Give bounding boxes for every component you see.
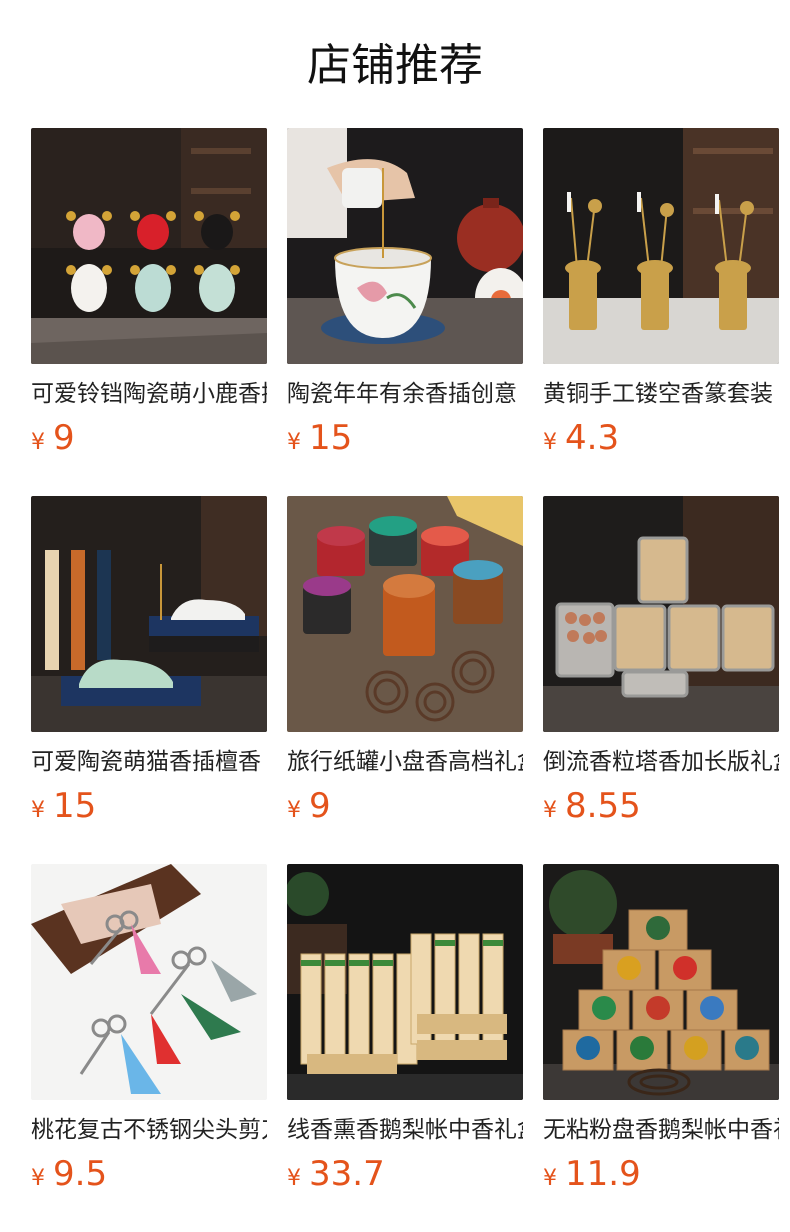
currency-symbol: ¥ [287, 430, 301, 455]
product-price: ¥11.9 [543, 1152, 641, 1196]
product-card[interactable]: 桃花复古不锈钢尖头剪刀 ¥9.5 [31, 864, 267, 1204]
product-name[interactable]: 可爱铃铛陶瓷萌小鹿香插 [31, 374, 267, 414]
product-card[interactable]: 可爱铃铛陶瓷萌小鹿香插 ¥9 [31, 128, 267, 468]
product-price: ¥8.55 [543, 784, 641, 828]
ceramic-incense-holder-image[interactable] [287, 128, 523, 364]
product-price: ¥9 [31, 416, 75, 460]
currency-symbol: ¥ [31, 798, 45, 823]
product-price: ¥9 [287, 784, 331, 828]
product-price: ¥15 [31, 784, 96, 828]
product-card[interactable]: 可爱陶瓷萌猫香插檀香 ¥15 [31, 496, 267, 836]
ceramic-deer-figurines-image[interactable] [31, 128, 267, 364]
product-name[interactable]: 可爱陶瓷萌猫香插檀香 [31, 742, 267, 782]
price-value: 4.3 [565, 418, 620, 458]
currency-symbol: ¥ [31, 430, 45, 455]
price-value: 9 [309, 786, 331, 826]
product-price: ¥4.3 [543, 416, 619, 460]
currency-symbol: ¥ [543, 798, 557, 823]
product-name[interactable]: 倒流香粒塔香加长版礼盒 [543, 742, 779, 782]
product-price: ¥33.7 [287, 1152, 385, 1196]
ceramic-cat-incense-holder-image[interactable] [31, 496, 267, 732]
price-value: 8.55 [565, 786, 641, 826]
product-name[interactable]: 旅行纸罐小盘香高档礼盒 [287, 742, 523, 782]
product-card[interactable]: 无粘粉盘香鹅梨帐中香礼盒 ¥11.9 [543, 864, 779, 1204]
price-value: 15 [309, 418, 353, 458]
product-name[interactable]: 无粘粉盘香鹅梨帐中香礼盒 [543, 1110, 779, 1150]
product-name[interactable]: 黄铜手工镂空香篆套装 [543, 374, 779, 414]
vintage-scissors-image[interactable] [31, 864, 267, 1100]
product-card[interactable]: 倒流香粒塔香加长版礼盒 ¥8.55 [543, 496, 779, 836]
product-price: ¥15 [287, 416, 352, 460]
product-name[interactable]: 陶瓷年年有余香插创意 [287, 374, 523, 414]
coil-incense-boxes-image[interactable] [543, 864, 779, 1100]
price-value: 15 [53, 786, 97, 826]
brass-incense-tools-image[interactable] [543, 128, 779, 364]
product-card[interactable]: 陶瓷年年有余香插创意 ¥15 [287, 128, 523, 468]
currency-symbol: ¥ [287, 798, 301, 823]
backflow-cone-incense-tins-image[interactable] [543, 496, 779, 732]
section-title: 店铺推荐 [307, 40, 483, 91]
product-price: ¥9.5 [31, 1152, 107, 1196]
product-card[interactable]: 旅行纸罐小盘香高档礼盒 ¥9 [287, 496, 523, 836]
price-value: 33.7 [309, 1154, 385, 1194]
stick-incense-boxes-image[interactable] [287, 864, 523, 1100]
product-name[interactable]: 桃花复古不锈钢尖头剪刀 [31, 1110, 267, 1150]
currency-symbol: ¥ [287, 1166, 301, 1191]
product-name[interactable]: 线香熏香鹅梨帐中香礼盒 [287, 1110, 523, 1150]
product-card[interactable]: 黄铜手工镂空香篆套装 ¥4.3 [543, 128, 779, 468]
currency-symbol: ¥ [31, 1166, 45, 1191]
price-value: 9.5 [53, 1154, 108, 1194]
currency-symbol: ¥ [543, 430, 557, 455]
currency-symbol: ¥ [543, 1166, 557, 1191]
paper-can-coil-incense-image[interactable] [287, 496, 523, 732]
price-value: 9 [53, 418, 75, 458]
price-value: 11.9 [565, 1154, 641, 1194]
product-card[interactable]: 线香熏香鹅梨帐中香礼盒 ¥33.7 [287, 864, 523, 1204]
